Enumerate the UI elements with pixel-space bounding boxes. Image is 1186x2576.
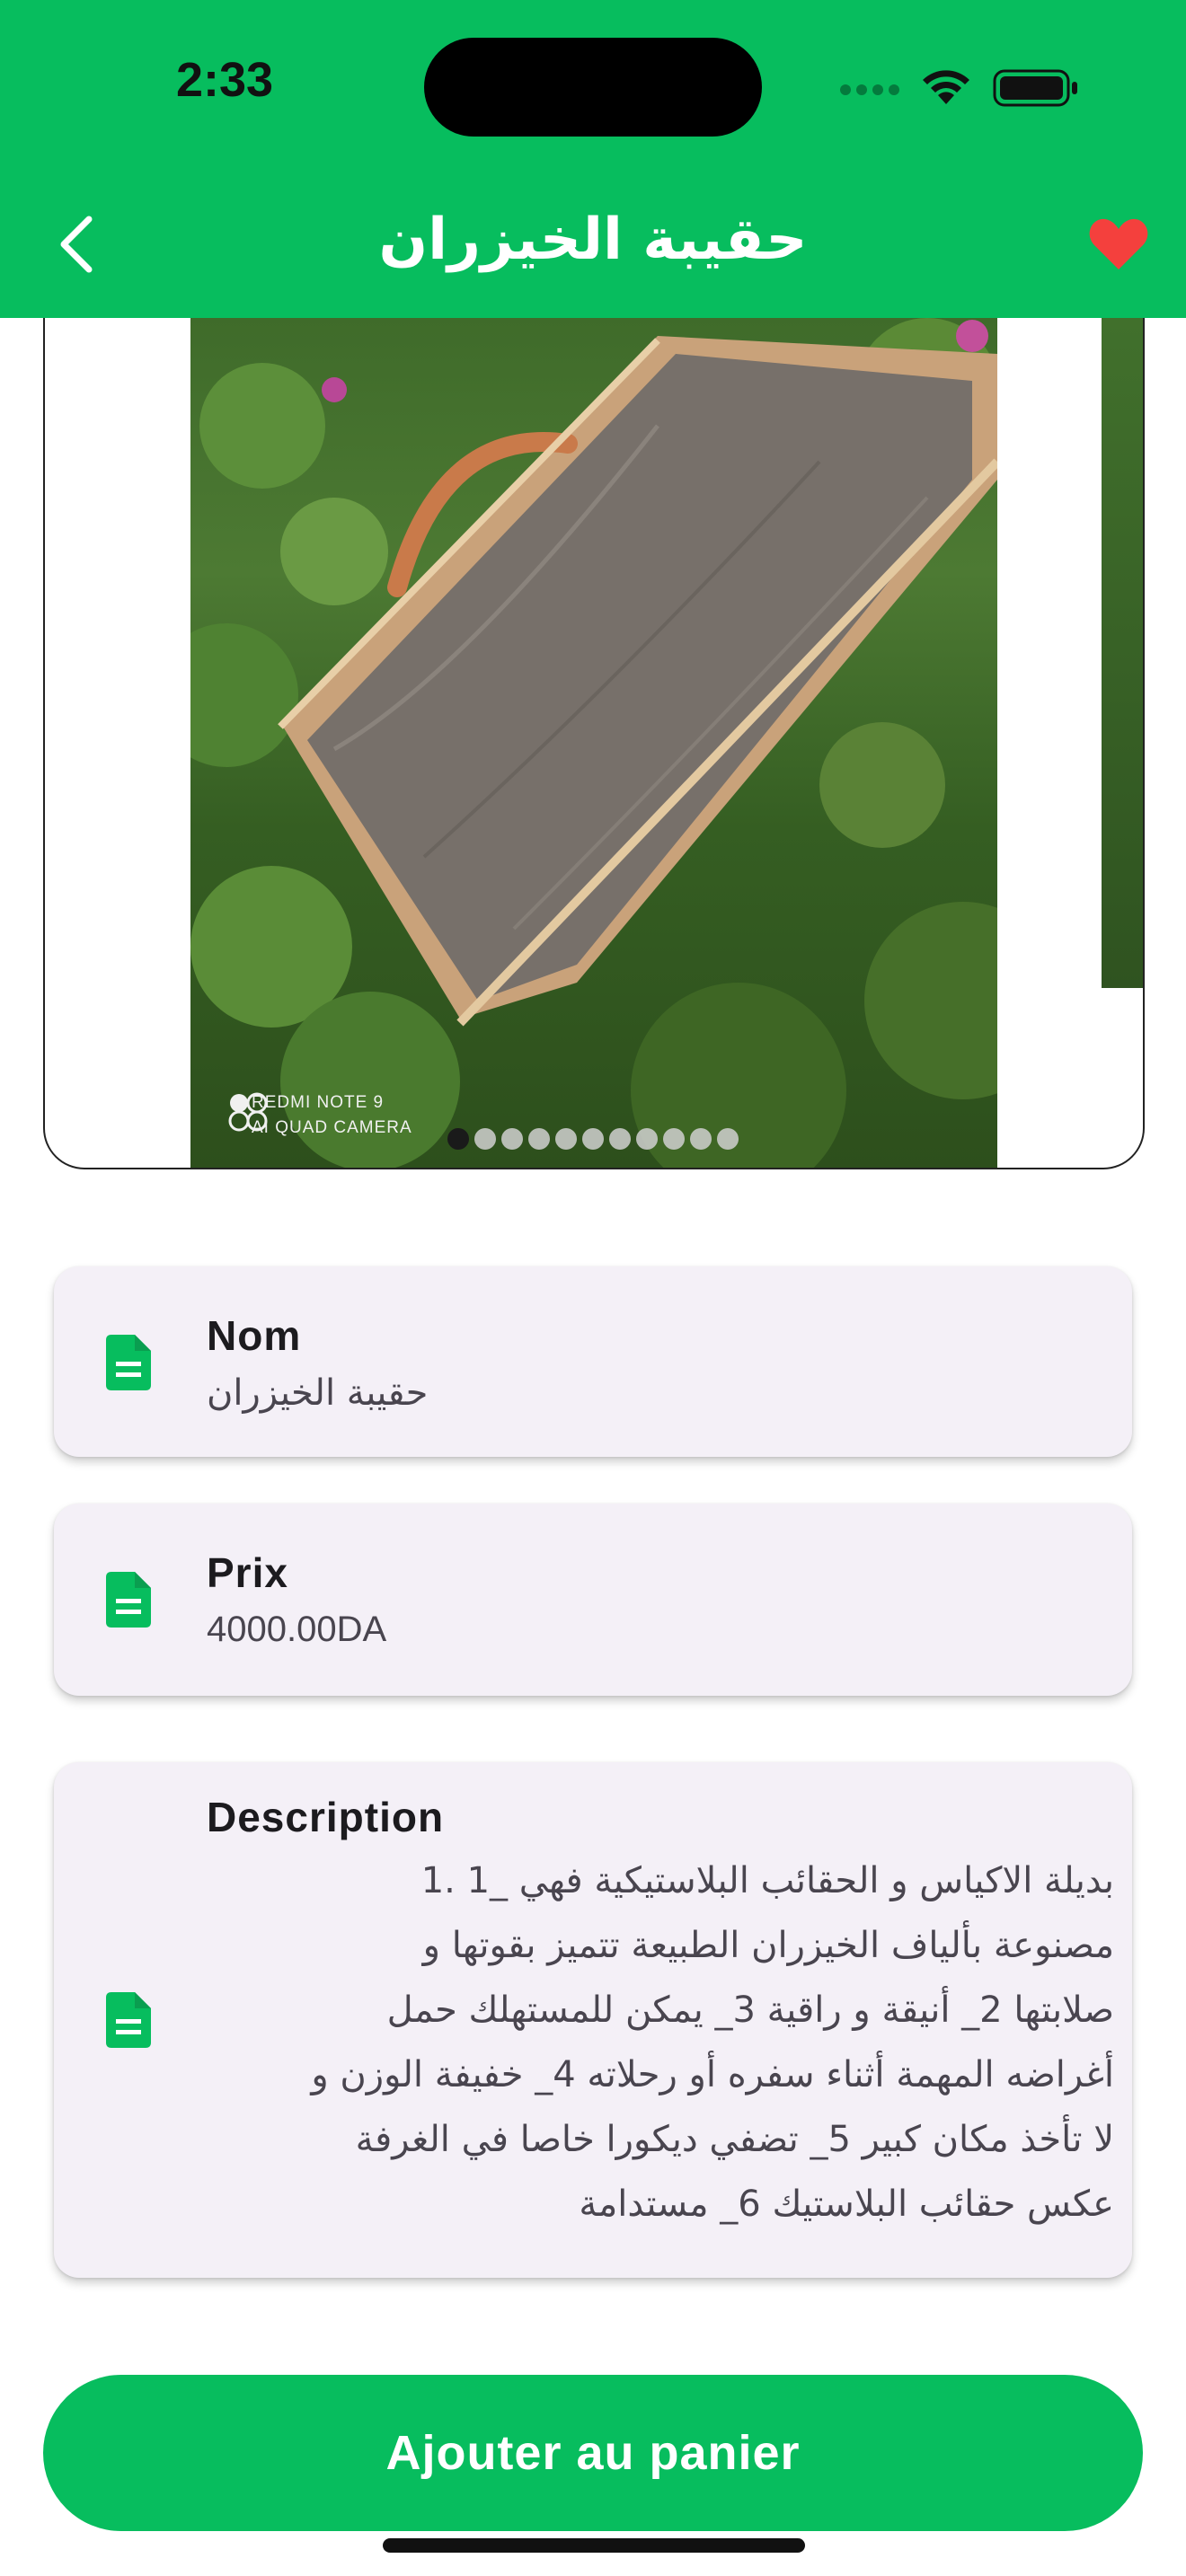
carousel-dot[interactable] <box>582 1128 604 1150</box>
watermark-line2: AI QUAD CAMERA <box>252 1118 412 1137</box>
description-text: بديلة الاكياس و الحقائب البلاستيكية فهي … <box>207 1848 1114 2236</box>
product-photo[interactable]: REDMI NOTE 9 AI QUAD CAMERA <box>190 318 997 1168</box>
back-arrow-icon[interactable] <box>49 207 103 282</box>
price-label: Prix <box>207 1549 288 1596</box>
document-icon <box>106 1335 151 1390</box>
carousel-page-indicator <box>447 1128 739 1151</box>
description-label: Description <box>207 1794 445 1840</box>
document-icon <box>106 1992 151 2048</box>
description-line: عكس حقائب البلاستيك 6_ مستدامة <box>579 2183 1114 2225</box>
description-line: مصنوعة بألياف الخيزران الطبيعة تتميز بقو… <box>422 1925 1114 1966</box>
description-line: لا تأخذ مكان كبير 5_ تضفي ديكورا خاصا في… <box>355 2119 1114 2160</box>
add-to-cart-button[interactable]: Ajouter au panier <box>43 2375 1143 2531</box>
status-time: 2:33 <box>175 53 274 107</box>
description-card: Description بديلة الاكياس و الحقائب البل… <box>54 1762 1132 2278</box>
carousel-dot[interactable] <box>447 1128 469 1150</box>
wifi-icon <box>923 70 969 104</box>
cellular-signal-icon <box>840 79 901 97</box>
app-bar: حقيبة الخيزران <box>0 171 1186 318</box>
carousel-dot[interactable] <box>474 1128 496 1150</box>
carousel-dot[interactable] <box>663 1128 685 1150</box>
name-label: Nom <box>207 1312 302 1359</box>
battery-icon <box>993 69 1077 107</box>
description-line: صلابتها 2_ أنيقة و راقية 3_ يمكن للمستهل… <box>386 1989 1114 2031</box>
price-value: 4000.00DA <box>207 1610 387 1649</box>
favorite-heart-icon[interactable] <box>1087 216 1150 273</box>
description-line: أغراضه المهمة أثناء سفره أو رحلاته 4_ خف… <box>311 2054 1114 2095</box>
carousel-dot[interactable] <box>717 1128 739 1150</box>
name-value: حقيبة الخيزران <box>207 1372 429 1414</box>
carousel-dot[interactable] <box>555 1128 577 1150</box>
description-line: بديلة الاكياس و الحقائب البلاستيكية فهي … <box>420 1860 1114 1901</box>
carousel-dot[interactable] <box>690 1128 712 1150</box>
carousel-dot[interactable] <box>636 1128 658 1150</box>
carousel-dot[interactable] <box>609 1128 631 1150</box>
product-image-carousel[interactable]: REDMI NOTE 9 AI QUAD CAMERA <box>43 318 1145 1169</box>
carousel-dot[interactable] <box>528 1128 550 1150</box>
home-indicator[interactable] <box>383 2538 805 2553</box>
name-card: Nom حقيبة الخيزران <box>54 1266 1132 1457</box>
bamboo-basket-illustration <box>190 318 997 1168</box>
carousel-dot[interactable] <box>501 1128 523 1150</box>
price-card: Prix 4000.00DA <box>54 1504 1132 1696</box>
next-product-photo-peek[interactable] <box>1102 318 1143 988</box>
watermark-line1: REDMI NOTE 9 <box>252 1093 385 1112</box>
status-bar: 2:33 <box>0 0 1186 171</box>
document-icon <box>106 1572 151 1628</box>
dynamic-island <box>424 38 762 137</box>
page-title: حقيبة الخيزران <box>378 207 808 273</box>
